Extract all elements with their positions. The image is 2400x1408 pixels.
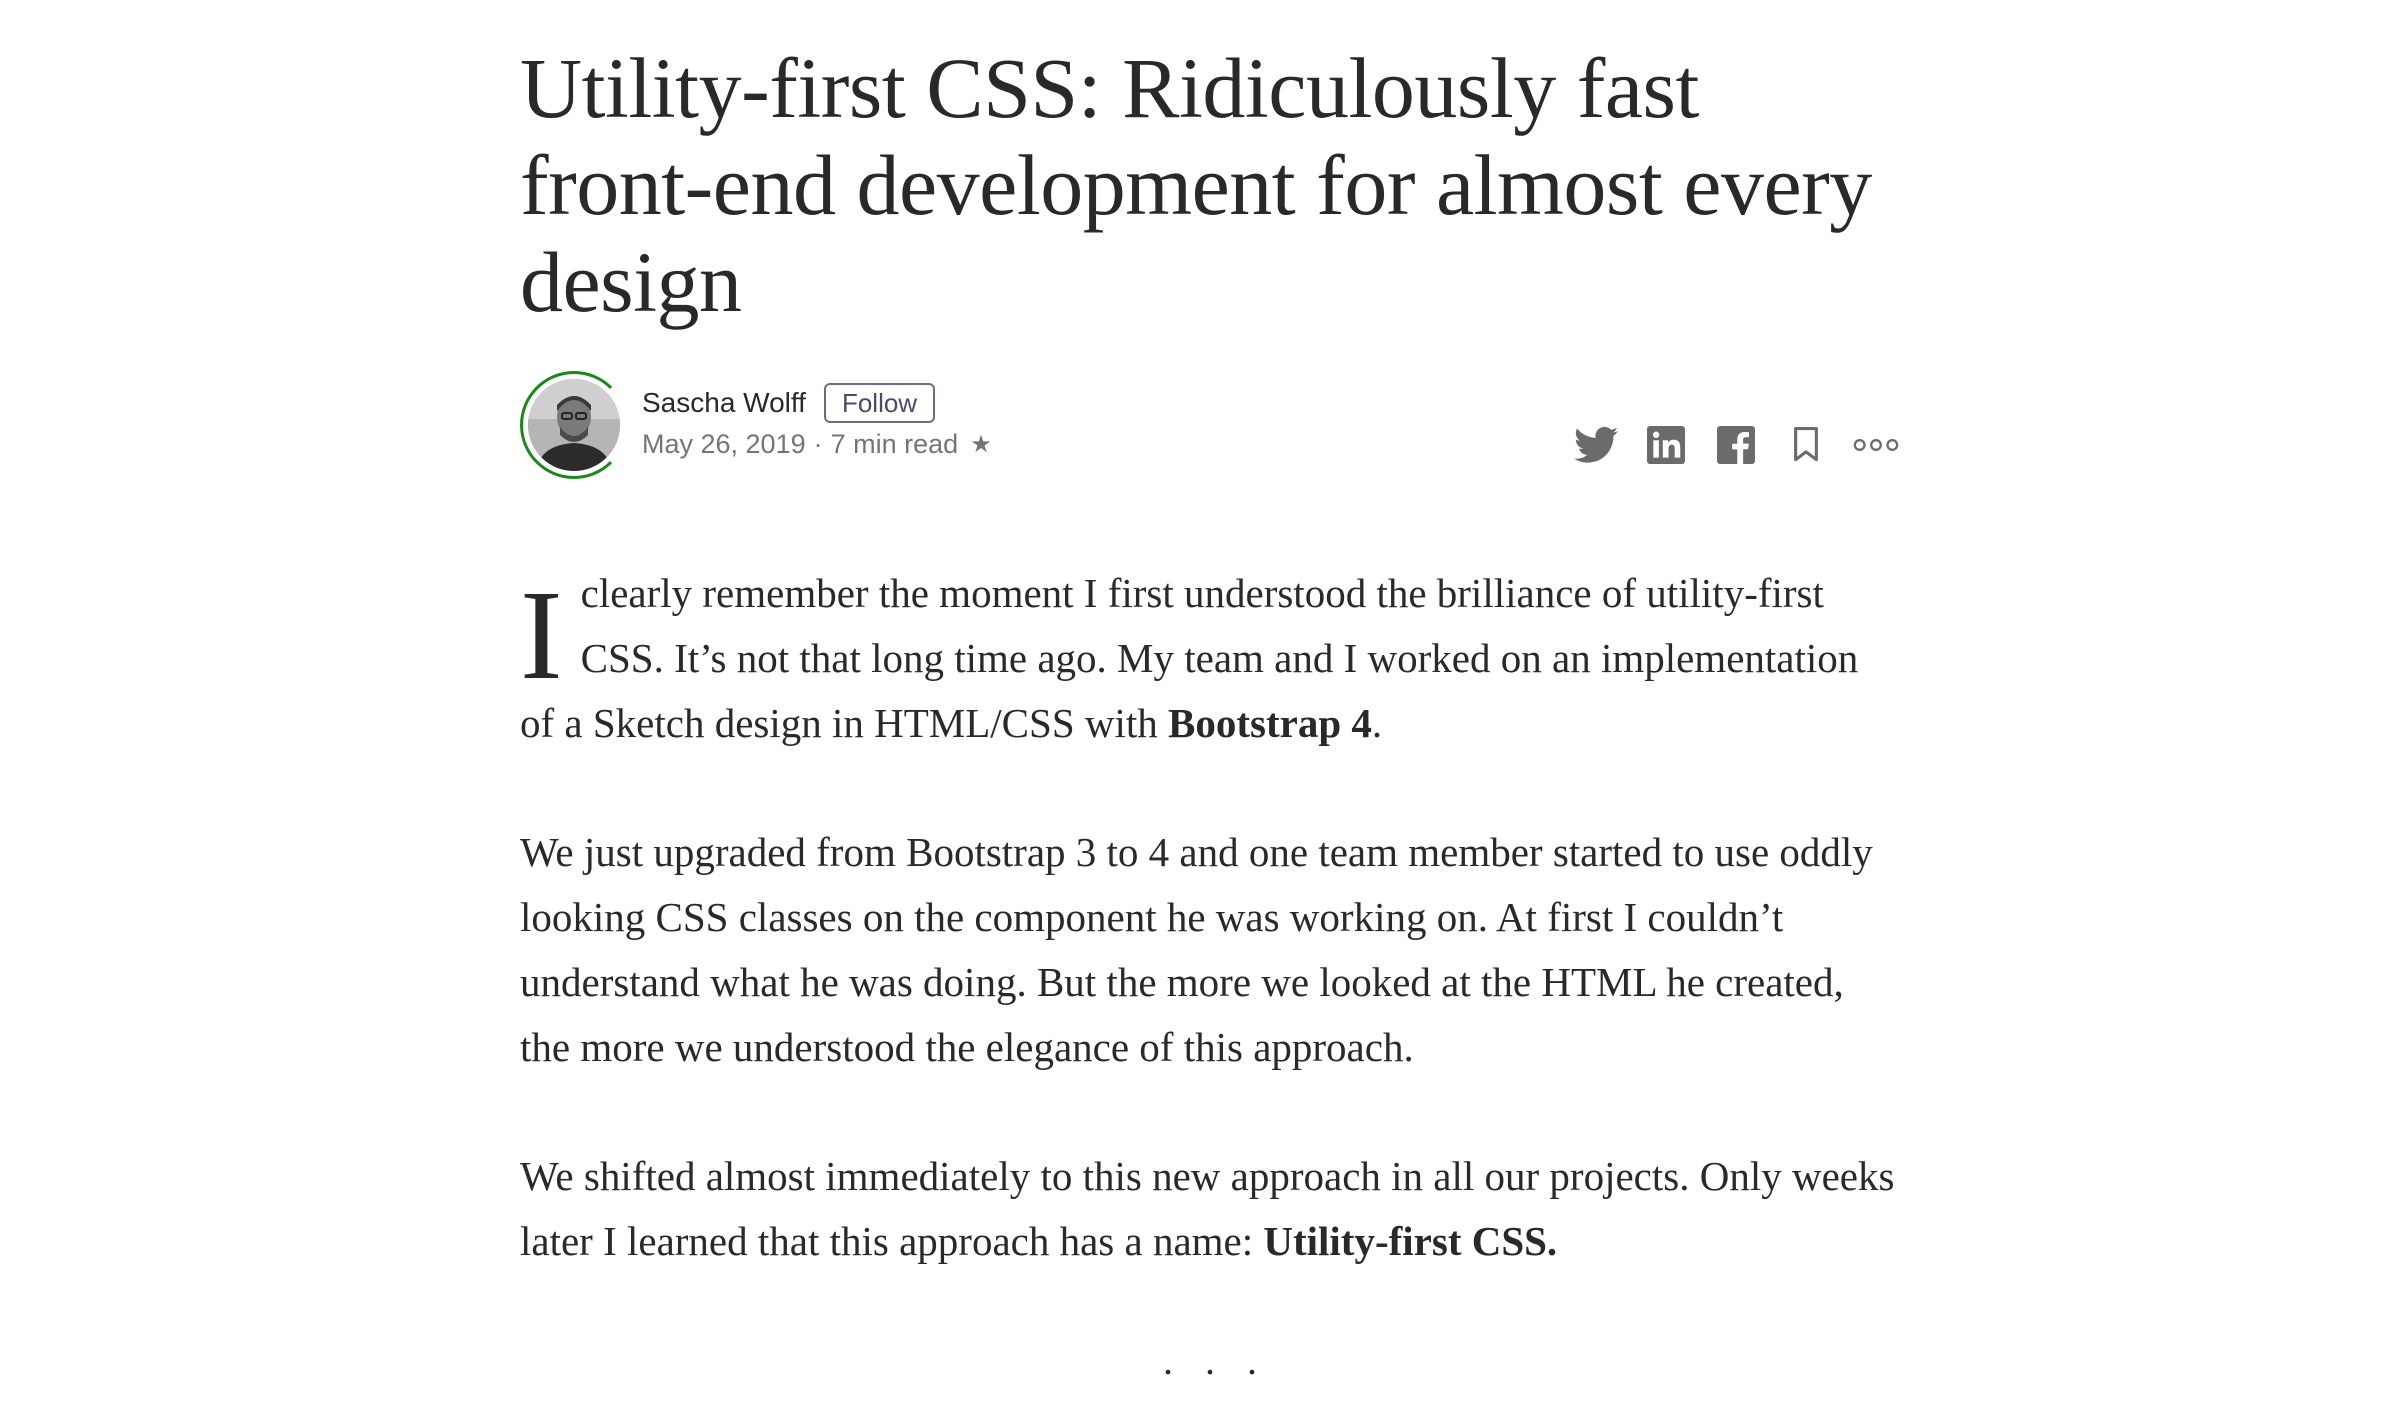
linkedin-icon[interactable]: [1642, 421, 1690, 469]
bookmark-icon[interactable]: [1782, 421, 1830, 469]
paragraph-3-text: We shifted almost immediately to this ne…: [520, 1153, 1895, 1264]
section-separator: ...: [1163, 1338, 1289, 1383]
bootstrap-4-bold: Bootstrap 4: [1168, 700, 1372, 746]
meta-separator: ·: [813, 429, 823, 459]
more-icon[interactable]: [1852, 421, 1900, 469]
article-title: Utility-first CSS: Ridiculously fast fro…: [520, 40, 1872, 330]
follow-button[interactable]: Follow: [823, 383, 936, 423]
paragraph-2: We just upgraded from Bootstrap 3 to 4 a…: [520, 829, 1873, 1070]
share-toolbar: [1550, 421, 1900, 469]
post-meta: May 26, 2019 · 7 min read ★: [642, 429, 992, 460]
author-row: Sascha Wolff Follow: [642, 383, 936, 423]
facebook-icon[interactable]: [1712, 421, 1760, 469]
avatar-image: [528, 379, 620, 471]
paragraph-1: I clearly remember the moment I first un…: [520, 561, 1900, 756]
avatar[interactable]: [528, 379, 620, 471]
author-name[interactable]: Sascha Wolff: [642, 387, 806, 419]
publish-date[interactable]: May 26, 2019: [642, 429, 806, 460]
byline: Sascha Wolff Follow May 26, 2019 · 7 min…: [520, 371, 1900, 491]
read-time: 7 min read: [830, 429, 959, 459]
utility-first-bold: Utility-first CSS.: [1263, 1218, 1558, 1264]
star-icon: ★: [970, 431, 992, 458]
drop-cap: I: [520, 564, 563, 706]
article-body: I clearly remember the moment I first un…: [520, 561, 1900, 1393]
paragraph-1-end: .: [1371, 700, 1383, 746]
paragraph-3: We shifted almost immediately to this ne…: [520, 1144, 1900, 1274]
article: Utility-first CSS: Ridiculously fast fro…: [520, 40, 1900, 1393]
twitter-icon[interactable]: [1572, 421, 1620, 469]
